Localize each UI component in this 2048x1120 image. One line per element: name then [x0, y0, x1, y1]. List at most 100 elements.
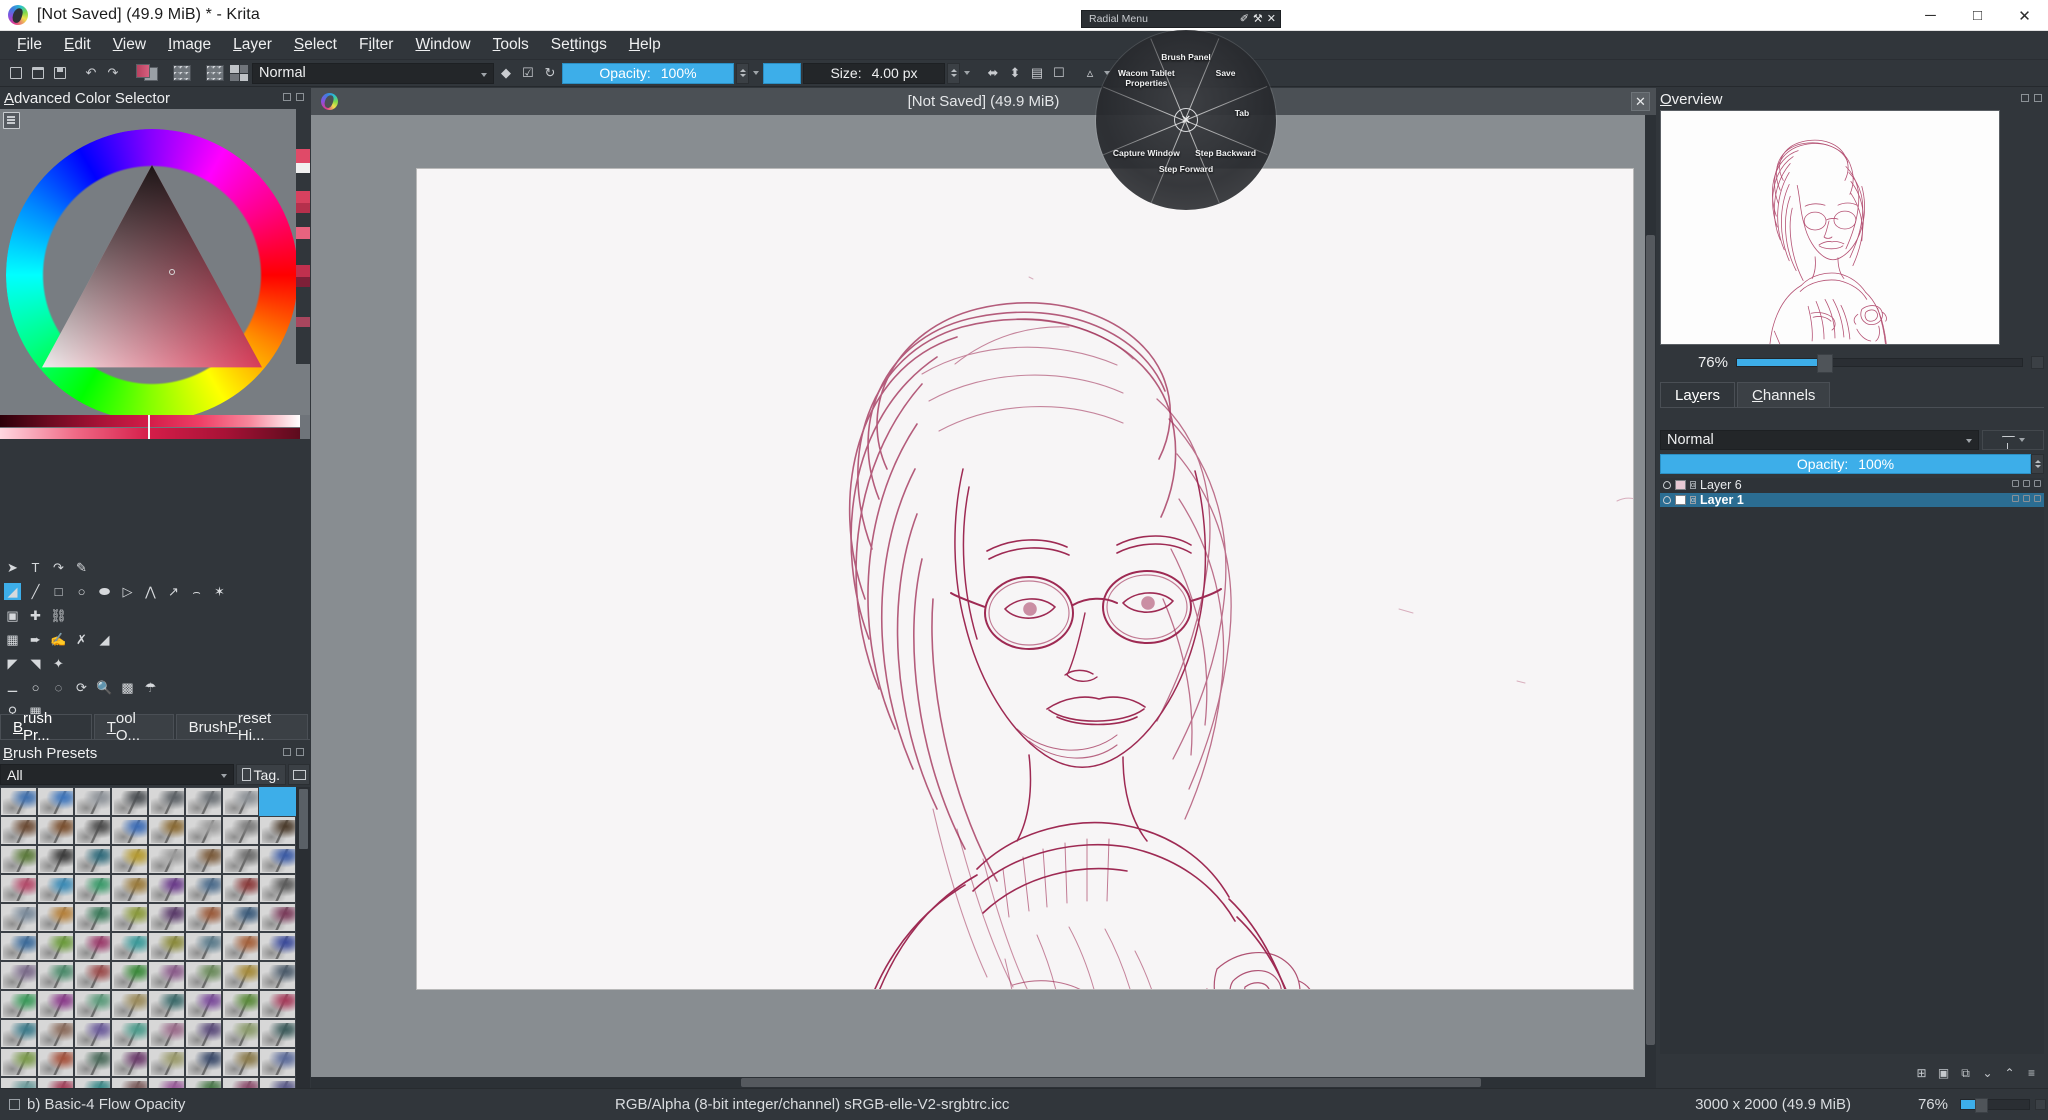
freehand-brush-icon[interactable]: ◢ [4, 583, 21, 600]
radial-menu-item-wacom-tablet-properties[interactable]: Wacom Tablet Properties [1109, 68, 1183, 88]
layers-list[interactable]: α Layer 6 α Layer 1 [1660, 478, 2044, 1054]
brush-preset-thumbnail[interactable] [0, 903, 37, 932]
color-triangle[interactable] [42, 165, 262, 385]
maximize-icon[interactable]: □ [1954, 0, 2001, 31]
show-assistants-icon[interactable]: ☐ [1049, 63, 1069, 83]
contiguous-select-icon[interactable]: ▩ [119, 679, 136, 696]
crop-icon[interactable]: ⛓ [50, 607, 67, 624]
edit-shapes-icon[interactable]: ↷ [50, 559, 67, 576]
color-selector-settings-icon[interactable] [3, 112, 20, 129]
brush-preset-thumbnail[interactable] [0, 816, 37, 845]
brush-preset-thumbnail[interactable] [259, 932, 296, 961]
statusbar-zoom-reset-button[interactable] [2035, 1099, 2046, 1110]
save-file-icon[interactable] [50, 63, 70, 83]
close-icon[interactable] [296, 93, 304, 101]
layer-alpha-lock-icon[interactable] [2023, 494, 2030, 502]
tab-layers[interactable]: La y ers [1660, 382, 1736, 407]
brush-preset-thumbnail[interactable] [148, 1048, 185, 1077]
brush-presets-grid[interactable] [0, 787, 297, 1120]
brush-preset-thumbnail[interactable] [0, 961, 37, 990]
wrench-icon[interactable]: ⚒ [1253, 12, 1263, 25]
layer-row[interactable]: α Layer 1 [1660, 492, 2044, 507]
polyline-icon[interactable]: ▷ [119, 583, 136, 600]
brush-preset-thumbnail[interactable] [185, 932, 222, 961]
float-icon[interactable] [283, 748, 291, 756]
brush-preset-thumbnail[interactable] [185, 990, 222, 1019]
brush-preset-thumbnail[interactable] [111, 932, 148, 961]
brush-preset-thumbnail[interactable] [111, 1048, 148, 1077]
smart-patch-icon[interactable]: ✍ [50, 631, 67, 648]
menu-edit[interactable]: Edit [53, 33, 102, 57]
bezier-select-icon[interactable]: ☂ [142, 679, 159, 696]
radial-menu-item-save[interactable]: Save [1189, 68, 1263, 78]
brush-preset-thumbnail[interactable] [148, 961, 185, 990]
menu-image[interactable]: Image [157, 33, 222, 57]
brush-preset-thumbnail[interactable] [259, 787, 296, 816]
ellipse-icon[interactable]: ○ [73, 583, 90, 600]
transform-icon[interactable]: ▣ [4, 607, 21, 624]
brush-preset-thumbnail[interactable] [111, 990, 148, 1019]
brush-presets-scrollbar[interactable] [297, 787, 310, 1120]
close-icon[interactable] [2034, 94, 2042, 102]
minimize-icon[interactable]: ─ [1907, 0, 1954, 31]
brush-preset-thumbnail[interactable] [185, 787, 222, 816]
freehand-path-icon[interactable]: ↗ [165, 583, 182, 600]
bezier-icon[interactable]: ⋀ [142, 583, 159, 600]
menu-layer[interactable]: Layer [222, 33, 283, 57]
brush-preset-thumbnail[interactable] [148, 845, 185, 874]
brush-preset-thumbnail[interactable] [0, 845, 37, 874]
gradient-icon[interactable]: ▦ [4, 631, 21, 648]
tab-channels[interactable]: Channels [1737, 382, 1831, 407]
tag-button[interactable]: Tag. [235, 764, 286, 785]
brush-preset-thumbnail[interactable] [148, 816, 185, 845]
layer-blend-mode-select[interactable]: Normal [1660, 430, 1979, 450]
calligraphy-icon[interactable]: ✎ [73, 559, 90, 576]
menu-tools[interactable]: Tools [482, 33, 540, 57]
open-file-icon[interactable] [28, 63, 48, 83]
tab-brush-presets[interactable]: Brush Pr... [0, 710, 92, 744]
mirror-vertical-icon[interactable]: ⬍ [1005, 63, 1025, 83]
opacity-stepper[interactable] [736, 62, 749, 84]
brush-preset-thumbnail[interactable] [111, 961, 148, 990]
close-icon[interactable]: ✕ [2001, 0, 2048, 31]
move-layer-down-icon[interactable]: ⌄ [1981, 1066, 1994, 1080]
brush-preset-thumbnail[interactable] [148, 874, 185, 903]
brush-preset-thumbnail[interactable] [259, 874, 296, 903]
foreground-background-color-swatch[interactable] [134, 63, 160, 83]
brush-preset-thumbnail[interactable] [0, 874, 37, 903]
overview-zoom-slider[interactable] [1736, 353, 2023, 373]
brush-preset-thumbnail[interactable] [37, 816, 74, 845]
brush-preset-thumbnail[interactable] [74, 903, 111, 932]
brush-preset-thumbnail[interactable] [148, 1019, 185, 1048]
brush-preset-thumbnail[interactable] [74, 816, 111, 845]
menu-help[interactable]: Help [618, 33, 672, 57]
close-icon[interactable]: ✕ [1631, 92, 1650, 111]
brush-preset-thumbnail[interactable] [74, 961, 111, 990]
brush-preset-thumbnail[interactable] [222, 903, 259, 932]
brush-preset-thumbnail[interactable] [74, 990, 111, 1019]
shade-strip-saturation[interactable] [0, 428, 300, 439]
radial-menu-item-tab[interactable]: Tab [1205, 108, 1279, 118]
dynamic-brush-icon[interactable]: ⌢ [188, 583, 205, 600]
layer-filter-button[interactable] [1982, 430, 2044, 450]
polygon-icon[interactable]: ⬬ [96, 583, 113, 600]
brush-preset-thumbnail[interactable] [37, 1019, 74, 1048]
brush-preset-thumbnail[interactable] [37, 932, 74, 961]
text-icon[interactable]: T [27, 559, 44, 576]
brush-preset-thumbnail[interactable] [148, 787, 185, 816]
duplicate-layer-icon[interactable]: ⧉ [1959, 1066, 1972, 1080]
brush-preset-thumbnail[interactable] [222, 961, 259, 990]
brush-preset-thumbnail[interactable] [37, 787, 74, 816]
radial-menu-item-step-forward[interactable]: Step Forward [1149, 164, 1223, 174]
shade-strip-light[interactable] [0, 415, 300, 427]
brush-preset-selector-icon[interactable]: ▵ [1080, 63, 1100, 83]
size-dropdown-icon[interactable] [962, 63, 972, 84]
layer-onion-skin-icon[interactable] [2034, 480, 2041, 487]
brush-preset-thumbnail[interactable] [185, 816, 222, 845]
radial-menu-item-brush-panel[interactable]: Brush Panel [1149, 52, 1223, 62]
fill-icon[interactable]: ◢ [96, 631, 113, 648]
workspace-chooser-icon[interactable]: ▤ [1027, 63, 1047, 83]
brush-preset-thumbnail[interactable] [148, 903, 185, 932]
close-icon[interactable] [296, 748, 304, 756]
overview-thumbnail[interactable] [1660, 110, 2000, 345]
